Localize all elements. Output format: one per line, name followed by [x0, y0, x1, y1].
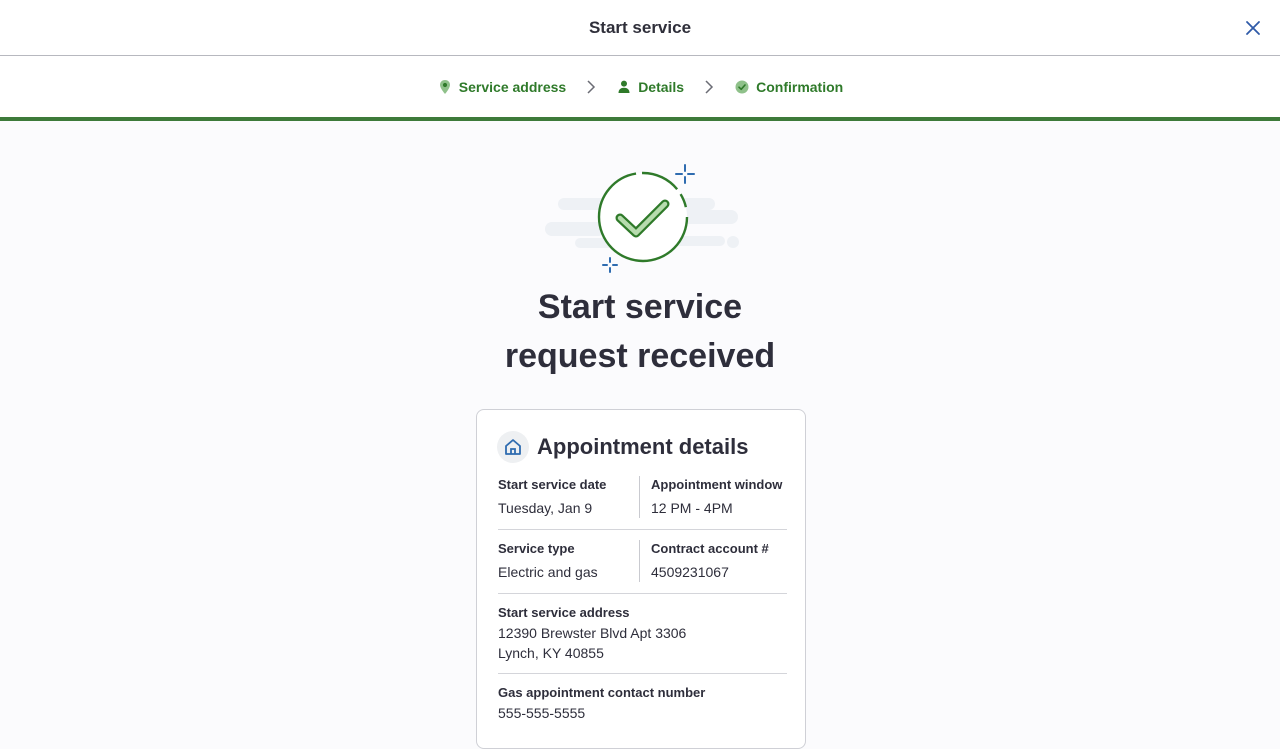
service-type-field: Service type Electric and gas [498, 540, 598, 582]
detail-row: Start service date Tuesday, Jan 9 Appoin… [498, 476, 787, 530]
close-icon [1246, 21, 1260, 35]
success-illustration [540, 158, 740, 278]
field-value: 4509231067 [651, 564, 729, 580]
chevron-right-icon [586, 79, 596, 94]
field-value: 555-555-5555 [498, 705, 586, 721]
gas-contact-field: Gas appointment contact number 555-555-5… [498, 684, 705, 723]
house-icon [497, 431, 529, 463]
field-label: Service type [498, 541, 575, 556]
headline-line-2: request received [504, 337, 776, 375]
step-confirmation[interactable]: Confirmation [734, 79, 843, 95]
field-value: Electric and gas [498, 564, 598, 580]
card-header: Appointment details [497, 431, 748, 463]
step-label: Confirmation [756, 78, 844, 95]
success-circle [597, 171, 689, 263]
modal-header: Start service [0, 0, 1280, 56]
service-address-field: Start service address 12390 Brewster Blv… [498, 604, 686, 663]
address-line-1: 12390 Brewster Blvd Apt 3306 [498, 625, 687, 641]
sparkle-icon [675, 164, 695, 184]
contract-account-field: Contract account # 4509231067 [651, 540, 769, 582]
field-value: 12 PM - 4PM [651, 500, 733, 516]
chevron-right-icon [704, 79, 714, 94]
column-divider [639, 476, 640, 518]
close-button[interactable] [1240, 15, 1266, 41]
column-divider [639, 540, 640, 582]
field-label: Gas appointment contact number [498, 685, 706, 700]
field-value: Tuesday, Jan 9 [498, 500, 593, 516]
step-service-address[interactable]: Service address [437, 79, 566, 95]
step-label: Service address [458, 78, 567, 95]
progress-bar [0, 117, 1280, 121]
confirmation-headline: Start service request received [0, 283, 1280, 381]
detail-row: Start service address 12390 Brewster Blv… [498, 604, 787, 674]
start-date-field: Start service date Tuesday, Jan 9 [498, 476, 606, 518]
sparkle-icon [602, 257, 618, 273]
field-label: Contract account # [651, 541, 769, 556]
field-label: Start service address [498, 605, 630, 620]
card-title: Appointment details [537, 434, 749, 459]
detail-row: Gas appointment contact number 555-555-5… [498, 684, 787, 734]
progress-stepper: Service address Details Confirmation [0, 56, 1280, 117]
appointment-window-field: Appointment window 12 PM - 4PM [651, 476, 782, 518]
location-pin-icon [437, 79, 453, 95]
step-details[interactable]: Details [616, 79, 684, 95]
appointment-details-card: Appointment details Start service date T… [476, 409, 806, 749]
step-label: Details [638, 78, 685, 95]
field-label: Appointment window [651, 477, 783, 492]
page-title: Start service [588, 17, 692, 37]
address-line-2: Lynch, KY 40855 [498, 645, 604, 661]
headline-line-1: Start service [537, 288, 743, 326]
field-label: Start service date [498, 477, 607, 492]
detail-row: Service type Electric and gas Contract a… [498, 540, 787, 594]
check-circle-icon [734, 79, 750, 95]
person-icon [616, 79, 632, 95]
